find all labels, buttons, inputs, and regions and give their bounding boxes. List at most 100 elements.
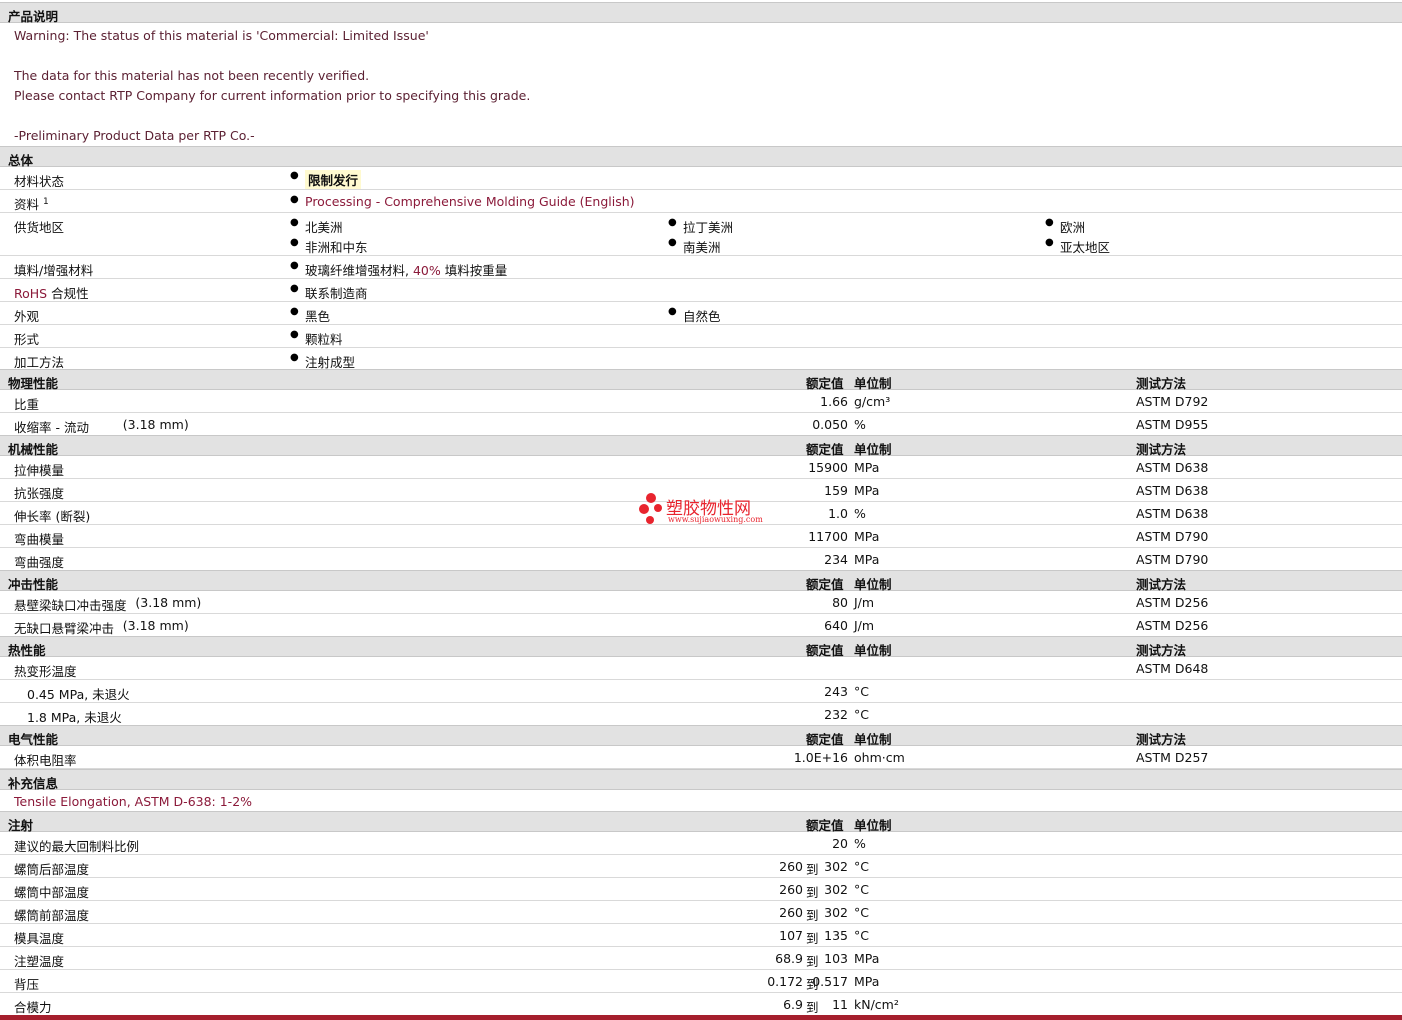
general-row-filler: 填料/增强材料 玻璃纤维增强材料, 40% 填料按重量 [0, 256, 1402, 279]
range-low: 260 [779, 882, 803, 897]
section-header-thermal: 热性能 额定值 单位制 测试方法 [0, 636, 1402, 658]
property-name: 抗张强度 [14, 486, 65, 501]
section-header-physical: 物理性能 额定值 单位制 测试方法 [0, 369, 1402, 391]
range-low: 68.9 [775, 951, 803, 966]
section-header-general: 总体 [0, 146, 1402, 168]
section-header-electrical: 电气性能 额定值 单位制 测试方法 [0, 725, 1402, 747]
property-value: 232 [824, 707, 848, 722]
property-unit: J/m [854, 618, 875, 633]
range-to: 到 [806, 931, 819, 946]
range-high: 302 [824, 882, 848, 897]
injection-row: 螺筒前部温度 260 到 302 °C [0, 901, 1402, 924]
property-name: 螺筒前部温度 [14, 908, 90, 923]
impact-row: 悬壁梁缺口冲击强度 (3.18 mm) 80 J/m ASTM D256 [0, 591, 1402, 614]
row-label: 填料/增强材料 [14, 263, 94, 278]
section-header-impact: 冲击性能 额定值 单位制 测试方法 [0, 570, 1402, 592]
property-value: 1.66 [820, 394, 848, 409]
property-value: 80 [832, 595, 848, 610]
property-value: 1.0E+16 [793, 750, 848, 765]
property-name: 拉伸模量 [14, 463, 65, 478]
property-name: 悬壁梁缺口冲击强度 [14, 598, 127, 613]
row-label: 外观 [14, 309, 40, 324]
property-name: 螺筒后部温度 [14, 862, 90, 877]
property-name: 合模力 [14, 1000, 52, 1015]
property-unit: °C [854, 707, 869, 722]
property-name: 收缩率 - 流动 [14, 420, 89, 435]
property-unit: MPa [854, 483, 880, 498]
processing-guide-link[interactable]: Processing - Comprehensive Molding Guide… [290, 194, 635, 209]
range-high: 302 [824, 859, 848, 874]
range-to: 到 [806, 862, 819, 877]
range-to: 到 [806, 954, 819, 969]
property-condition: (3.18 mm) [122, 417, 189, 432]
range-low: 0.172 [767, 974, 803, 989]
property-condition: (3.18 mm) [122, 618, 189, 633]
injection-row: 注塑温度 68.9 到 103 MPa [0, 947, 1402, 970]
injection-row: 建议的最大回制料比例 20% [0, 832, 1402, 855]
property-unit: J/m [854, 595, 875, 610]
row-label: 资料 1 [14, 196, 49, 212]
general-row-method: 加工方法 注射成型 [0, 348, 1402, 371]
test-method: ASTM D792 [1136, 394, 1209, 409]
range-high: 0.517 [812, 974, 848, 989]
test-method: ASTM D790 [1136, 529, 1209, 544]
region-item: 北美洲 [290, 217, 342, 236]
general-row-rohs: RoHS 合规性 联系制造商 [0, 279, 1402, 302]
property-unit: °C [854, 684, 869, 699]
warning-text: Warning: The status of this material is … [14, 28, 429, 43]
range-low: 107 [779, 928, 803, 943]
property-name: 弯曲强度 [14, 555, 65, 570]
property-unit: °C [854, 859, 869, 874]
property-name: 伸长率 (断裂) [14, 509, 91, 524]
test-method: ASTM D955 [1136, 417, 1209, 432]
region-item: 非洲和中东 [290, 237, 367, 256]
range-high: 11 [832, 997, 848, 1012]
section-header-description: 产品说明 [0, 2, 1402, 24]
injection-row: 螺筒后部温度 260 到 302 °C [0, 855, 1402, 878]
property-unit: MPa [854, 974, 880, 989]
test-method: ASTM D257 [1136, 750, 1209, 765]
property-unit: % [854, 836, 866, 851]
notice-line: Please contact RTP Company for current i… [14, 88, 531, 103]
impact-row: 无缺口悬臂梁冲击 (3.18 mm) 640 J/m ASTM D256 [0, 614, 1402, 637]
property-name: 比重 [14, 397, 40, 412]
appearance-item: 自然色 [668, 306, 720, 325]
property-value: 159 [824, 483, 848, 498]
property-name: 模具温度 [14, 931, 65, 946]
general-row-regions: 供货地区 北美洲 拉丁美洲 欧洲 非洲和中东 南美洲 亚太地区 [0, 213, 1402, 256]
property-unit: °C [854, 905, 869, 920]
filler-value: 玻璃纤维增强材料, 40% 填料按重量 [290, 260, 507, 279]
row-label: RoHS 合规性 [14, 286, 89, 301]
property-value: 11700 [808, 529, 848, 544]
general-row-docs: 资料 1 Processing - Comprehensive Molding … [0, 190, 1402, 213]
range-high: 135 [824, 928, 848, 943]
test-method: ASTM D648 [1136, 661, 1209, 676]
electrical-row: 体积电阻率 1.0E+16 ohm·cm ASTM D257 [0, 746, 1402, 769]
section-header-supplement: 补充信息 [0, 769, 1402, 791]
property-unit: % [854, 417, 866, 432]
test-method: ASTM D256 [1136, 618, 1209, 633]
footer-bar [0, 1015, 1402, 1020]
test-method: ASTM D638 [1136, 506, 1209, 521]
row-label: 形式 [14, 332, 40, 347]
mechanical-row: 弯曲强度 234 MPa ASTM D790 [0, 548, 1402, 571]
property-unit: % [854, 506, 866, 521]
rohs-value: 联系制造商 [290, 283, 367, 302]
range-low: 260 [779, 905, 803, 920]
rohs-link[interactable]: RoHS [14, 286, 47, 301]
property-unit: MPa [854, 951, 880, 966]
general-row-form: 形式 颗粒料 [0, 325, 1402, 348]
test-method: ASTM D638 [1136, 483, 1209, 498]
property-name: 体积电阻率 [14, 753, 77, 768]
notice-line: -Preliminary Product Data per RTP Co.- [14, 128, 255, 143]
test-method: ASTM D790 [1136, 552, 1209, 567]
property-value: 0.050 [812, 417, 848, 432]
property-name: 弯曲模量 [14, 532, 65, 547]
logo-dots-icon [638, 492, 664, 526]
property-unit: °C [854, 882, 869, 897]
thermal-subrow: 0.45 MPa, 未退火 243 °C [0, 680, 1402, 703]
property-value: 243 [824, 684, 848, 699]
range-low: 6.9 [783, 997, 803, 1012]
mechanical-row: 拉伸模量 15900 MPa ASTM D638 [0, 456, 1402, 479]
range-to: 到 [806, 885, 819, 900]
